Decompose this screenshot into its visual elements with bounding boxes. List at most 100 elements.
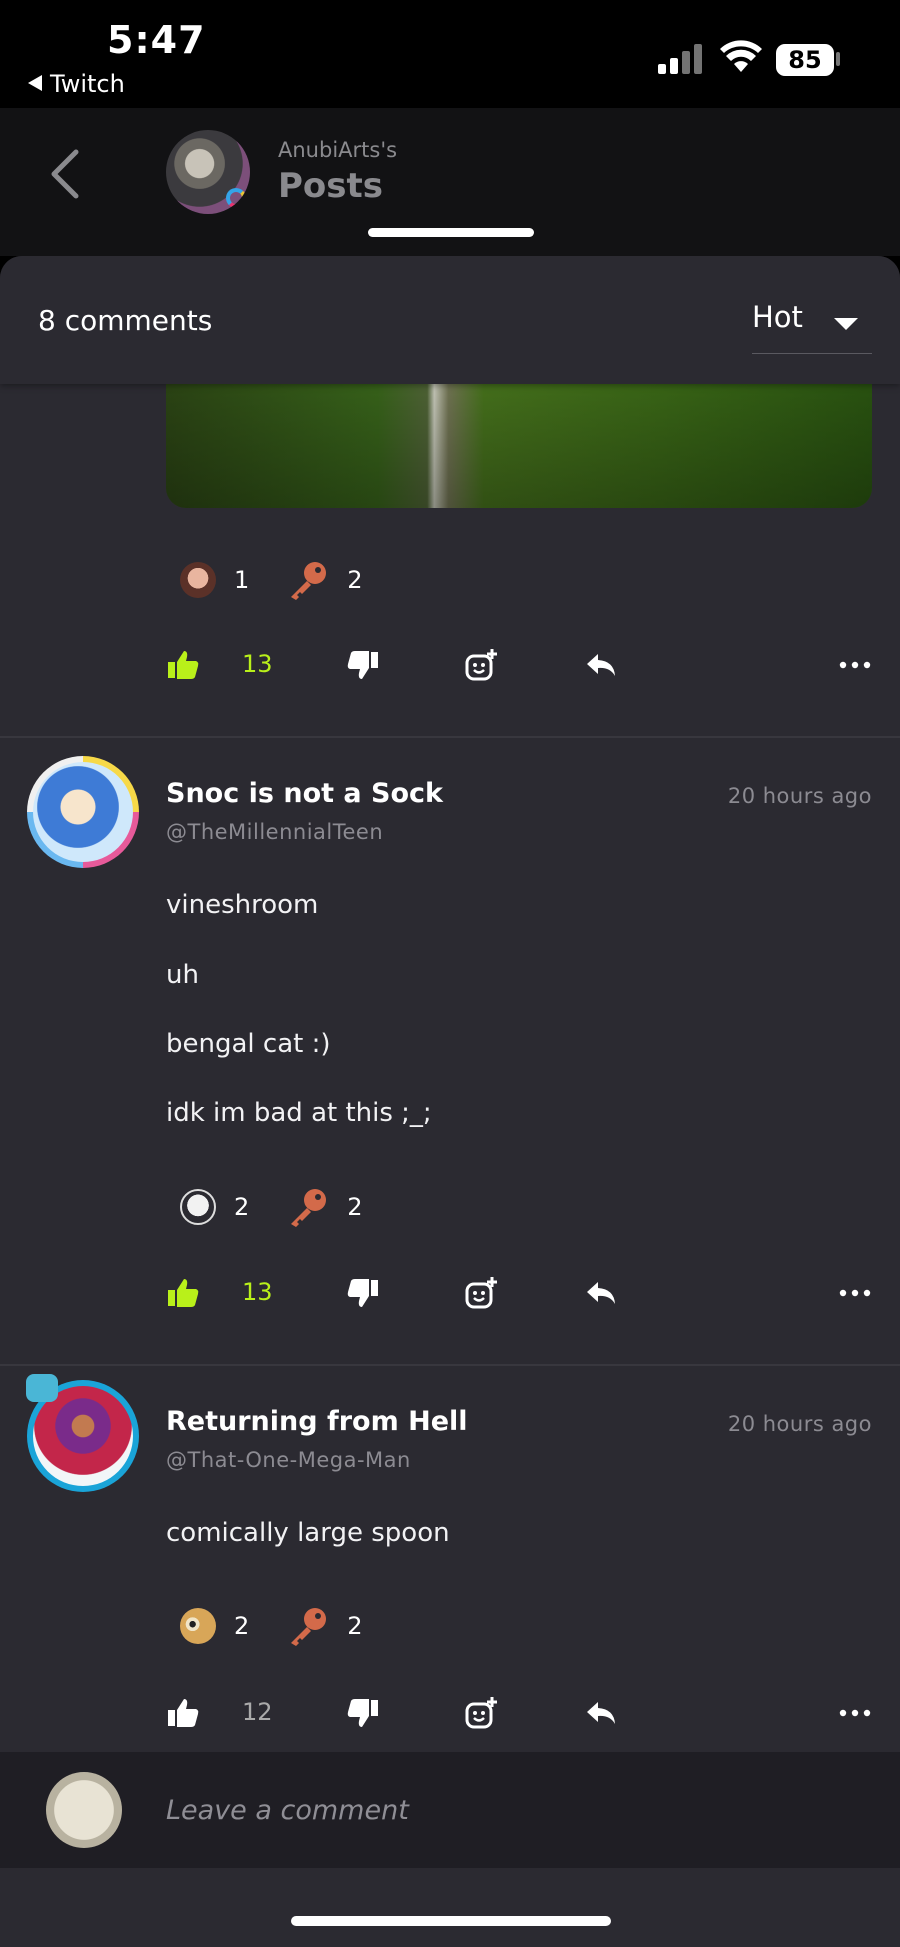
add-reaction-button[interactable]: [464, 640, 498, 690]
comment-input[interactable]: [166, 1788, 846, 1832]
battery-cap: [836, 52, 840, 66]
more-horizontal-icon: [839, 1289, 871, 1297]
add-reaction-button[interactable]: [464, 1688, 498, 1738]
avatar-badge-icon: [26, 1374, 58, 1402]
reaction-row: 1 2: [180, 558, 401, 602]
dislike-button[interactable]: [346, 1268, 380, 1318]
sort-dropdown[interactable]: Hot: [752, 294, 872, 354]
comments-count: 8 comments: [38, 304, 213, 337]
back-to-app-link[interactable]: Twitch: [28, 70, 125, 98]
more-options-button[interactable]: [838, 1268, 872, 1318]
home-indicator-area: [0, 1868, 900, 1947]
reaction-count: 2: [234, 1612, 250, 1640]
add-emoji-icon: [465, 649, 497, 681]
avatar[interactable]: [27, 756, 139, 868]
ghost-emoji-icon: [180, 1189, 216, 1225]
reaction-chip[interactable]: 2: [287, 559, 363, 601]
author-name[interactable]: Returning from Hell: [166, 1406, 468, 1437]
author-name[interactable]: Snoc is not a Sock: [166, 778, 443, 809]
reaction-chip[interactable]: 2: [287, 1605, 363, 1647]
reply-button[interactable]: [584, 1268, 618, 1318]
comment-timestamp: 20 hours ago: [727, 1412, 872, 1436]
reaction-count: 2: [347, 1193, 363, 1221]
wifi-icon: [720, 40, 762, 72]
thumbs-down-icon: [347, 1699, 378, 1727]
battery-icon: 85: [776, 44, 834, 76]
key-emoji-icon: [291, 1189, 327, 1227]
comment-text: uh: [166, 960, 199, 990]
reaction-count: 2: [347, 566, 363, 594]
thumbs-down-icon: [347, 651, 378, 679]
reply-button[interactable]: [584, 1688, 618, 1738]
badge-icon: [226, 188, 246, 208]
face-emoji-icon: [180, 562, 216, 598]
chevron-left-icon[interactable]: [46, 148, 82, 200]
comment-actions: 13: [166, 1268, 876, 1318]
more-options-button[interactable]: [838, 1688, 872, 1738]
comment-text: comically large spoon: [166, 1518, 450, 1548]
owl-emoji-icon: [180, 1608, 216, 1644]
reply-button[interactable]: [584, 640, 618, 690]
post-media-image[interactable]: [166, 384, 872, 508]
reaction-count: 2: [347, 1612, 363, 1640]
comments-sheet: 8 comments Hot 1 2 13 Snoc is not a Sock…: [0, 256, 900, 1947]
home-indicator[interactable]: [291, 1916, 611, 1926]
reply-icon: [587, 1702, 615, 1724]
reaction-count: 1: [234, 566, 250, 594]
back-arrow-icon: [28, 75, 42, 91]
like-count: 13: [242, 1278, 273, 1306]
sort-selected-label: Hot: [752, 300, 803, 334]
divider: [0, 1364, 900, 1366]
dislike-button[interactable]: [346, 1688, 380, 1738]
comment-text: idk im bad at this ;_;: [166, 1098, 432, 1128]
current-user-avatar[interactable]: [46, 1772, 122, 1848]
author-handle[interactable]: @TheMillennialTeen: [166, 820, 383, 844]
more-options-button[interactable]: [838, 640, 872, 690]
reaction-row: 2 2: [180, 1185, 401, 1229]
status-bar: 5:47 Twitch 85: [0, 0, 900, 108]
add-reaction-button[interactable]: [464, 1268, 498, 1318]
comment-text: vineshroom: [166, 890, 319, 920]
comment-text: bengal cat :): [166, 1029, 331, 1059]
like-button[interactable]: 13: [166, 1268, 273, 1318]
back-app-label: Twitch: [50, 70, 125, 98]
thumbs-up-icon: [168, 1279, 199, 1307]
comment-timestamp: 20 hours ago: [727, 784, 872, 808]
reaction-chip[interactable]: 2: [287, 1186, 363, 1228]
comment-actions: 12: [166, 1688, 876, 1738]
key-emoji-icon: [291, 562, 327, 600]
reaction-count: 2: [234, 1193, 250, 1221]
thumbs-down-icon: [347, 1279, 378, 1307]
thumbs-up-icon: [168, 1699, 199, 1727]
like-button[interactable]: 12: [166, 1688, 273, 1738]
reaction-chip[interactable]: 2: [180, 1608, 249, 1644]
thumbs-up-icon: [168, 651, 199, 679]
cellular-signal-icon: [658, 44, 704, 74]
more-horizontal-icon: [839, 1709, 871, 1717]
owner-avatar[interactable]: [166, 130, 250, 214]
owner-name: AnubiArts's: [278, 138, 398, 162]
chevron-down-icon: [834, 318, 858, 330]
key-emoji-icon: [291, 1608, 327, 1646]
sheet-drag-handle[interactable]: [368, 228, 534, 237]
comments-toolbar: 8 comments Hot: [0, 256, 900, 384]
reaction-row: 2 2: [180, 1604, 401, 1648]
author-handle[interactable]: @That-One-Mega-Man: [166, 1448, 411, 1472]
reply-icon: [587, 654, 615, 676]
status-time: 5:47: [107, 18, 206, 62]
reaction-chip[interactable]: 1: [180, 562, 249, 598]
add-emoji-icon: [465, 1697, 497, 1729]
page-title: Posts: [278, 166, 384, 206]
reaction-chip[interactable]: 2: [180, 1189, 249, 1225]
like-count: 13: [242, 650, 273, 678]
like-button[interactable]: 13: [166, 640, 273, 690]
post-actions: 13: [166, 640, 876, 690]
comment-composer: [0, 1752, 900, 1868]
more-horizontal-icon: [839, 661, 871, 669]
dislike-button[interactable]: [346, 640, 380, 690]
divider: [0, 736, 900, 738]
battery-level: 85: [788, 46, 822, 74]
reply-icon: [587, 1282, 615, 1304]
add-emoji-icon: [465, 1277, 497, 1309]
page-header: AnubiArts's Posts: [0, 108, 900, 256]
